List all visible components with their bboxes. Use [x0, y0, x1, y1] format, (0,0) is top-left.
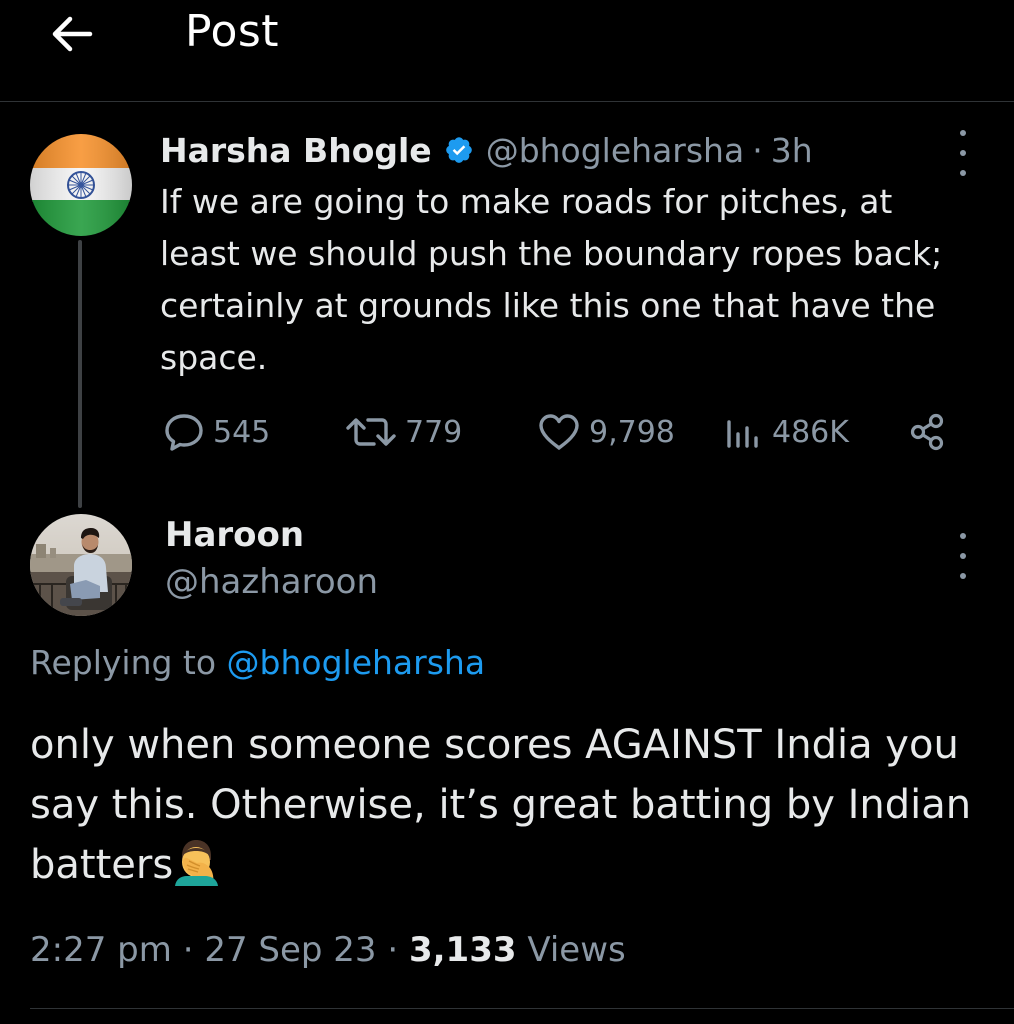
reply-action[interactable]: 545: [163, 407, 270, 457]
parent-author-name[interactable]: Harsha Bhogle: [160, 131, 432, 170]
dot-separator: ·: [182, 930, 194, 970]
views-count: 486K: [772, 414, 849, 450]
indian-flag-avatar: [30, 134, 132, 236]
bottom-divider: [30, 1008, 1014, 1009]
like-count: 9,798: [589, 414, 675, 450]
repost-action[interactable]: 779: [345, 407, 462, 457]
reply-author-name[interactable]: Haroon: [165, 515, 304, 555]
more-dot-icon: [960, 553, 966, 559]
more-dot-icon: [960, 573, 966, 579]
post-timestamp[interactable]: 2:27 pm: [30, 930, 172, 970]
like-action[interactable]: 9,798: [537, 407, 675, 457]
repost-icon: [346, 418, 396, 446]
post-views-label: Views: [527, 930, 626, 970]
parent-more-options-button[interactable]: [953, 130, 973, 176]
parent-post-time[interactable]: 3h: [771, 131, 813, 170]
verified-badge-icon[interactable]: [444, 135, 474, 165]
views-action[interactable]: 486K: [724, 407, 849, 457]
dot-separator: ·: [752, 130, 763, 170]
parent-post-text: If we are going to make roads for pitche…: [160, 182, 943, 377]
reply-bubble-icon: [165, 414, 203, 451]
parent-author-avatar[interactable]: [30, 134, 132, 236]
thread-connector-line: [78, 240, 82, 508]
reply-post-text: only when someone scores AGAINST India y…: [30, 715, 990, 895]
facepalm-emoji-icon: [175, 840, 219, 886]
replying-to-mention-link[interactable]: @bhogleharsha: [227, 643, 486, 682]
back-button[interactable]: [44, 8, 100, 60]
post-date[interactable]: 27 Sep 23: [204, 930, 376, 970]
replying-to-line: Replying to @bhogleharsha: [30, 643, 485, 682]
dot-separator: ·: [387, 930, 399, 970]
header-divider: [0, 101, 1014, 102]
reply-count: 545: [213, 414, 271, 450]
replying-to-prefix: Replying to: [30, 643, 217, 682]
share-icon: [910, 413, 944, 451]
heart-icon: [539, 414, 579, 450]
repost-count: 779: [405, 414, 463, 450]
analytics-bars-icon: [727, 420, 758, 448]
reply-post-body: only when someone scores AGAINST India y…: [30, 722, 972, 888]
parent-author-handle[interactable]: @bhogleharsha: [486, 131, 745, 170]
reply-author-avatar[interactable]: [30, 514, 132, 616]
more-dot-icon: [960, 150, 966, 156]
reply-more-options-button[interactable]: [953, 533, 973, 579]
person-photo-avatar: [30, 514, 132, 616]
more-dot-icon: [960, 170, 966, 176]
more-dot-icon: [960, 130, 966, 136]
arrow-left-icon: [52, 16, 93, 52]
page-title: Post: [185, 6, 280, 57]
parent-post-header: Harsha Bhogle @bhogleharsha · 3h: [160, 127, 813, 173]
share-action[interactable]: [908, 407, 956, 457]
post-meta-line: 2:27 pm · 27 Sep 23 · 3,133 Views: [30, 930, 626, 970]
reply-author-handle[interactable]: @hazharoon: [165, 562, 378, 602]
more-dot-icon: [960, 533, 966, 539]
post-views-count: 3,133: [408, 930, 517, 970]
